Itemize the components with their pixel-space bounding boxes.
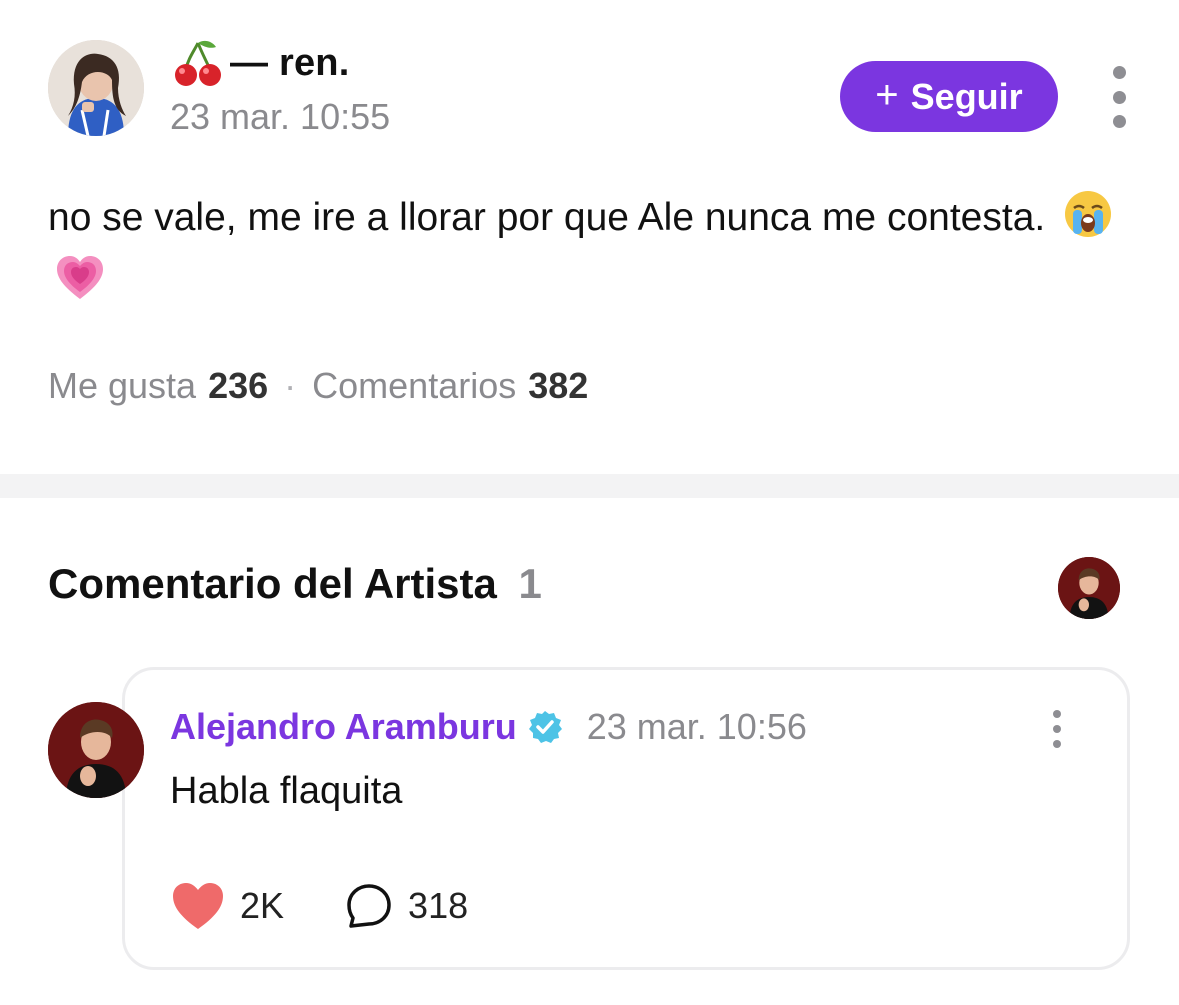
- comment-text: Habla flaquita: [170, 770, 403, 812]
- post-more-options-icon[interactable]: [1102, 66, 1136, 128]
- comments-count[interactable]: 382: [528, 365, 588, 407]
- artist-name[interactable]: Alejandro Aramburu: [170, 706, 517, 748]
- dot: [1053, 725, 1061, 733]
- post-timestamp: 23 mar. 10:55: [170, 96, 391, 137]
- verified-badge-icon: [528, 711, 562, 743]
- dot: [1112, 115, 1126, 128]
- replies-count: 318: [408, 885, 469, 926]
- artist-avatar-image: [48, 702, 144, 798]
- reply-button[interactable]: 318: [284, 881, 468, 931]
- loudly-crying-face-icon: [1065, 191, 1112, 237]
- follow-button[interactable]: + Seguir: [840, 61, 1058, 132]
- plus-icon: +: [875, 72, 899, 117]
- heart-icon: [173, 883, 223, 929]
- dot: [1112, 90, 1126, 104]
- growing-heart-icon: [57, 256, 103, 299]
- comment-more-options-icon[interactable]: [1046, 710, 1068, 748]
- artist-comment-header: Alejandro Aramburu 23 mar. 10:56: [170, 704, 807, 750]
- section-divider: [0, 474, 1179, 498]
- likes-count[interactable]: 236: [208, 365, 268, 407]
- dot: [1112, 66, 1126, 79]
- comment-reactions: 2K 318: [170, 878, 468, 934]
- stats-separator: ·: [284, 365, 297, 406]
- dot: [1053, 710, 1061, 718]
- comments-label: Comentarios: [312, 365, 517, 406]
- artist-avatar-small[interactable]: [1058, 557, 1120, 619]
- post-text: no se vale, me ire a llorar por que Ale …: [48, 196, 1046, 239]
- artist-avatar-small-image: [1058, 557, 1120, 619]
- comment-bubble-icon: [347, 884, 391, 928]
- artist-avatar[interactable]: [48, 702, 144, 798]
- likes-label: Me gusta: [48, 365, 197, 406]
- like-button[interactable]: 2K: [170, 880, 284, 932]
- author-avatar-image: [48, 40, 144, 136]
- post-header: — ren. 23 mar. 10:55 + Seguir: [0, 0, 1179, 160]
- author-name[interactable]: — ren.: [172, 36, 349, 90]
- dot: [1053, 740, 1061, 748]
- cherry-icon: [175, 40, 221, 86]
- post-stats: Me gusta 236 · Comentarios 382: [48, 365, 588, 407]
- author-name-text: — ren.: [230, 41, 350, 84]
- artist-comments-title: Comentario del Artista 1: [48, 560, 542, 608]
- follow-button-label: Seguir: [910, 75, 1023, 117]
- author-avatar[interactable]: [48, 40, 144, 136]
- artist-comments-count: 1: [518, 560, 542, 607]
- likes-count-comment: 2K: [240, 885, 285, 926]
- artist-comments-title-text: Comentario del Artista: [48, 560, 497, 607]
- post-body: no se vale, me ire a llorar por que Ale …: [48, 186, 1128, 314]
- comment-timestamp: 23 mar. 10:56: [586, 706, 807, 747]
